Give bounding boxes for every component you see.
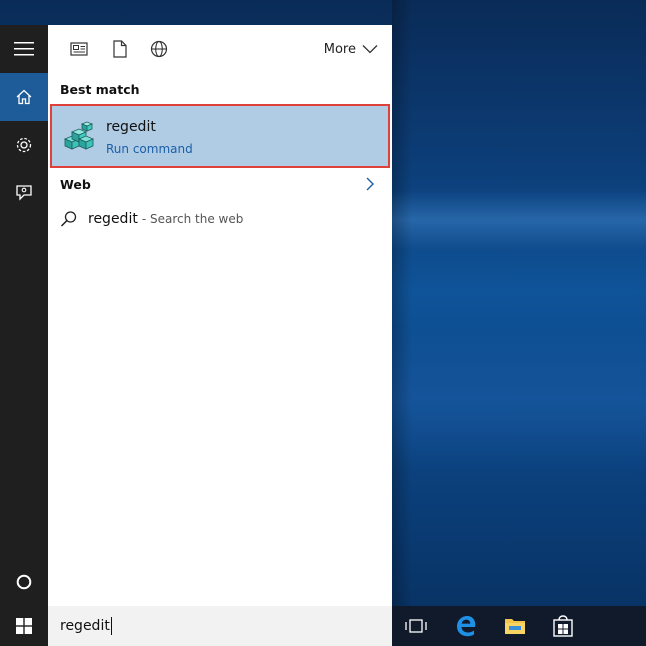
- web-expand-chevron-icon[interactable]: [364, 176, 376, 192]
- web-filter-button[interactable]: [147, 37, 171, 61]
- web-result-query: regedit: [88, 211, 138, 227]
- more-filters-button[interactable]: More: [324, 39, 378, 59]
- file-explorer-icon: [505, 619, 525, 634]
- hamburger-menu-button[interactable]: [0, 25, 48, 73]
- apps-icon: [70, 42, 88, 56]
- store-button[interactable]: [551, 614, 575, 638]
- task-view-icon: [405, 619, 427, 633]
- wallpaper-light-beam: [392, 330, 646, 470]
- file-explorer-button[interactable]: [503, 614, 527, 638]
- search-icon: [60, 211, 77, 227]
- search-input-value: regedit: [60, 618, 110, 634]
- text-caret: [110, 617, 112, 635]
- best-match-subtitle: Run command: [106, 142, 193, 156]
- cortana-button[interactable]: [0, 558, 48, 606]
- documents-filter-button[interactable]: [108, 37, 132, 61]
- search-filter-toolbar: More: [48, 25, 392, 73]
- web-search-result[interactable]: regedit - Search the web: [60, 209, 243, 229]
- gear-icon: [16, 137, 32, 153]
- settings-button[interactable]: [0, 121, 48, 169]
- best-match-title: regedit: [106, 119, 156, 135]
- best-match-result[interactable]: regedit Run command: [50, 104, 390, 168]
- apps-filter-button[interactable]: [67, 37, 91, 61]
- windows-logo-icon: [16, 618, 32, 634]
- documents-icon: [113, 40, 127, 58]
- home-button[interactable]: [0, 73, 48, 121]
- best-match-heading: Best match: [60, 82, 140, 97]
- start-rail: [0, 25, 48, 606]
- wallpaper-light-beam: [392, 190, 646, 250]
- home-icon: [16, 89, 32, 105]
- registry-editor-icon: [63, 121, 95, 150]
- taskbar: regedit: [0, 606, 646, 646]
- search-results-panel: More Best match regedit Run command Web …: [48, 25, 392, 606]
- web-globe-icon: [150, 40, 168, 58]
- feedback-icon: [16, 185, 32, 201]
- start-button[interactable]: [0, 606, 48, 646]
- web-result-suffix: - Search the web: [141, 212, 244, 226]
- taskbar-search-input[interactable]: regedit: [48, 606, 392, 646]
- more-label: More: [323, 41, 356, 57]
- edge-icon: [457, 616, 476, 637]
- web-heading: Web: [60, 177, 91, 192]
- edge-browser-button[interactable]: [454, 614, 478, 638]
- hamburger-menu-icon: [14, 42, 34, 56]
- chevron-down-icon: [362, 45, 378, 54]
- store-icon: [553, 615, 573, 637]
- task-view-button[interactable]: [404, 614, 428, 638]
- feedback-button[interactable]: [0, 169, 48, 217]
- panel-shadow: [392, 0, 412, 606]
- cortana-circle-icon: [16, 574, 32, 590]
